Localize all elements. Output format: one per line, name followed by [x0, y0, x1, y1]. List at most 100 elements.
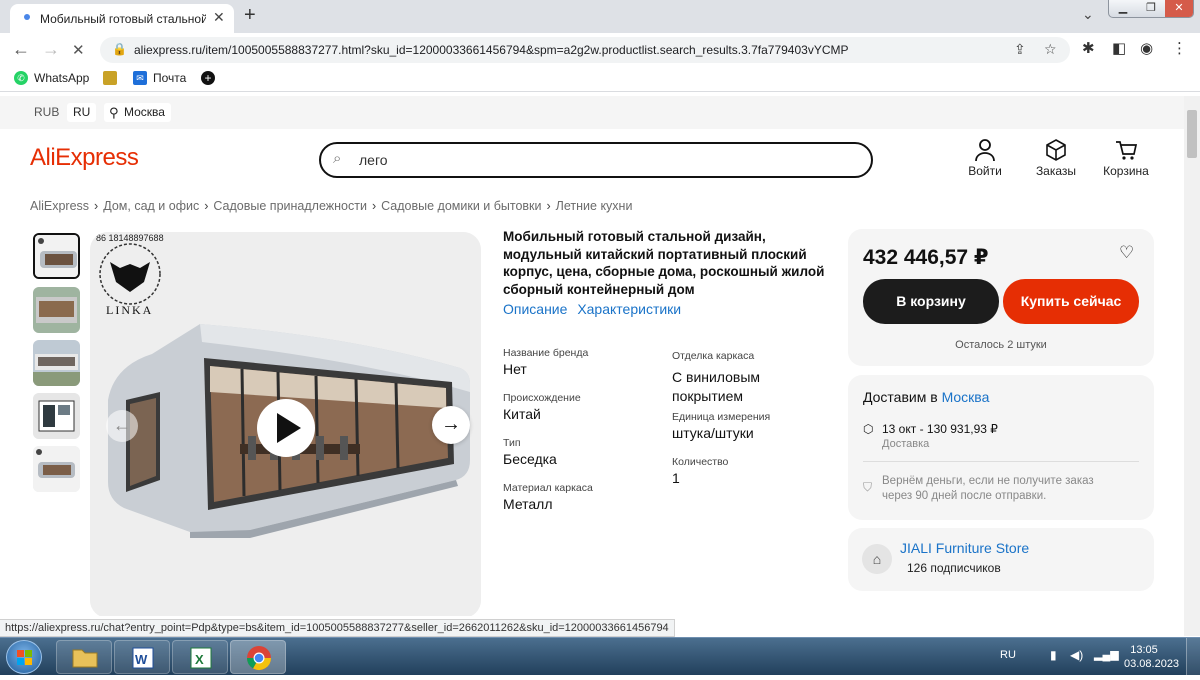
tab-close-icon[interactable]: ✕	[213, 9, 225, 26]
gallery-prev-button[interactable]: ←	[106, 410, 138, 442]
taskbar-chrome[interactable]	[230, 640, 286, 674]
chrome-menu-icon[interactable]: ⋮	[1172, 39, 1187, 57]
store-name-link[interactable]: JIALI Furniture Store	[900, 540, 1029, 556]
tab-favicon-icon	[24, 14, 30, 20]
delivery-city-link[interactable]: Москва	[942, 389, 990, 405]
word-icon: W	[132, 647, 154, 669]
profile-avatar-icon[interactable]: ◉	[1140, 39, 1153, 57]
excel-icon: X	[190, 647, 212, 669]
breadcrumb-item[interactable]: Летние кухни	[556, 199, 633, 213]
minimize-icon[interactable]: ▁	[1109, 0, 1137, 17]
store-subscribers: 126 подписчиков	[907, 561, 1001, 575]
login-label: Войти	[968, 164, 1002, 178]
currency-selector[interactable]: RUB	[28, 103, 65, 122]
location-label: Москва	[124, 105, 165, 119]
address-bar[interactable]: 🔒 aliexpress.ru/item/1005005588837277.ht…	[100, 37, 1070, 63]
window-controls: ▁ ❐ ✕	[1108, 0, 1194, 18]
chrome-icon	[247, 646, 271, 671]
buy-now-button[interactable]: Купить сейчас	[1003, 279, 1139, 324]
bookmark-whatsapp[interactable]: ✆ WhatsApp	[14, 71, 89, 85]
forward-icon[interactable]: →	[42, 39, 60, 60]
orders-button[interactable]: Заказы	[1026, 138, 1086, 178]
heart-icon[interactable]: ♡	[1119, 243, 1134, 263]
mail-icon: ✉	[133, 71, 147, 85]
location-selector[interactable]: ⚲ Москва	[104, 103, 171, 122]
bookmark-star-icon[interactable]: ☆	[1044, 41, 1057, 58]
language-indicator[interactable]: RU	[1000, 649, 1016, 661]
clock-date: 03.08.2023	[1124, 658, 1180, 670]
bookmark-label: WhatsApp	[34, 71, 90, 85]
taskbar-explorer[interactable]	[56, 640, 112, 674]
watermark-brand: LINKA	[106, 303, 153, 317]
network-icon[interactable]: ▂▄▆	[1094, 648, 1119, 661]
gallery-thumbnail[interactable]	[33, 287, 80, 333]
login-button[interactable]: Войти	[955, 138, 1015, 178]
box-icon	[1046, 139, 1066, 161]
taskbar-word[interactable]: W	[114, 640, 170, 674]
restore-icon[interactable]: ❐	[1137, 0, 1165, 17]
spec-value: Беседка	[503, 451, 557, 467]
cart-button[interactable]: Корзина	[1096, 138, 1156, 178]
windows-taskbar: W X RU ▮ ◀) ▂▄▆ 13:05 03.08.2023	[0, 637, 1200, 676]
page-scrollbar[interactable]	[1184, 96, 1200, 636]
breadcrumb-item[interactable]: Дом, сад и офис	[103, 199, 199, 213]
language-selector[interactable]: RU	[67, 103, 97, 122]
bookmark-add[interactable]: +	[201, 71, 215, 85]
delivery-box: Доставим в Москва ⬡ 13 окт - 130 931,93 …	[848, 375, 1154, 520]
volume-icon[interactable]: ◀)	[1070, 648, 1083, 662]
start-button[interactable]	[6, 640, 42, 674]
side-panel-icon[interactable]: ◧	[1112, 39, 1126, 57]
battery-icon[interactable]: ▮	[1050, 648, 1057, 662]
tab-search-chevron-icon[interactable]: ⌄	[1082, 6, 1094, 23]
add-to-cart-button[interactable]: В корзину	[863, 279, 999, 324]
spec-key: Название бренда	[503, 347, 589, 359]
back-icon[interactable]: ←	[12, 39, 30, 60]
tab-description[interactable]: Описание	[503, 301, 567, 317]
search-value[interactable]: лего	[359, 152, 388, 168]
gallery-thumbnail[interactable]	[33, 446, 80, 492]
window-close-icon[interactable]: ✕	[1165, 0, 1193, 17]
aliexpress-logo[interactable]: AliExpress	[30, 144, 139, 172]
gallery-thumbnail[interactable]	[33, 233, 80, 279]
share-icon[interactable]: ⇪	[1014, 41, 1026, 58]
spec-key: Тип	[503, 437, 521, 449]
money-back-guarantee: Вернём деньги, если не получите заказ че…	[882, 475, 1094, 502]
product-tabs: Описание Характеристики	[503, 301, 681, 317]
show-desktop-button[interactable]	[1186, 638, 1200, 676]
product-price: 432 446,57 ₽	[863, 246, 989, 269]
spec-value: Китай	[503, 406, 541, 422]
breadcrumb-item[interactable]: Садовые домики и бытовки	[381, 199, 541, 213]
bookmark-gov-emblem[interactable]	[103, 71, 117, 85]
chevron-right-icon: ›	[546, 199, 551, 213]
bookmark-mail[interactable]: ✉ Почта	[133, 71, 186, 85]
address-url[interactable]: aliexpress.ru/item/1005005588837277.html…	[134, 43, 849, 57]
store-box[interactable]: ⌂ JIALI Furniture Store 126 подписчиков	[848, 528, 1154, 591]
taskbar-excel[interactable]: X	[172, 640, 228, 674]
orders-label: Заказы	[1035, 164, 1077, 178]
new-tab-icon[interactable]: +	[244, 4, 256, 27]
clock[interactable]: 13:05 03.08.2023	[1124, 643, 1180, 671]
product-main-image[interactable]: 86 18148897688 LINKA ← →	[90, 232, 481, 616]
extensions-icon[interactable]: ✱	[1082, 39, 1095, 57]
box-icon: ⬡	[863, 422, 874, 436]
spec-key: Отделка каркаса	[672, 350, 755, 362]
site-topbar: RUB RU ⚲ Москва	[0, 96, 1184, 129]
breadcrumb-item[interactable]: AliExpress	[30, 199, 89, 213]
clock-time: 13:05	[1130, 644, 1158, 656]
gallery-next-button[interactable]: →	[432, 406, 470, 444]
tab-specifications[interactable]: Характеристики	[577, 301, 681, 317]
stop-loading-icon[interactable]: ✕	[72, 41, 85, 59]
lock-icon[interactable]: 🔒	[112, 42, 127, 56]
scrollbar-thumb[interactable]	[1187, 110, 1197, 158]
search-input[interactable]: ⌕ лего	[319, 142, 873, 178]
add-circle-icon: +	[201, 71, 215, 85]
cart-label: Корзина	[1103, 164, 1149, 178]
spec-item: Единица измерения штука/штуки	[672, 411, 770, 441]
breadcrumb-item[interactable]: Садовые принадлежности	[213, 199, 367, 213]
gallery-thumbnail[interactable]	[33, 393, 80, 439]
browser-tab[interactable]: Мобильный готовый стальной дизайн, модул…	[10, 4, 234, 33]
gallery-thumbnail[interactable]	[33, 340, 80, 386]
bookmark-label: Почта	[153, 71, 187, 85]
svg-text:X: X	[195, 652, 204, 667]
container-house-image: 86 18148897688 LINKA	[90, 232, 481, 616]
